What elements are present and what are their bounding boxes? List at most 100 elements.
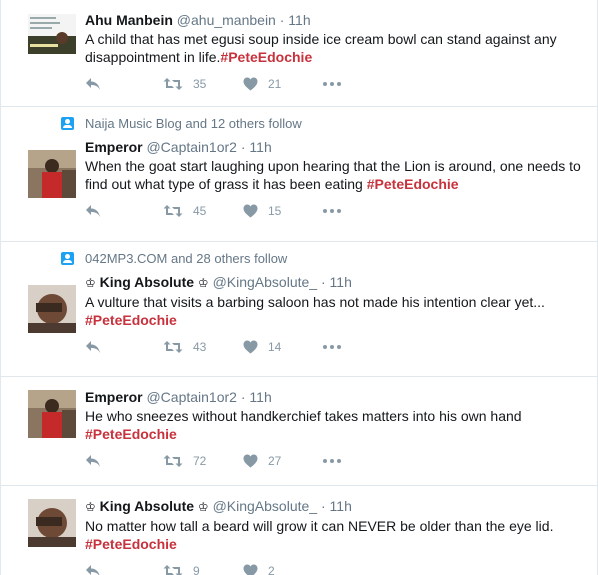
author-handle[interactable]: @KingAbsolute_ (213, 274, 318, 290)
tweet-body: No matter how tall a beard will grow it … (85, 518, 554, 534)
hashtag-link[interactable]: #PeteEdochie (85, 312, 177, 328)
author-name[interactable]: King Absolute (100, 498, 194, 514)
tweet-item[interactable]: Emperor @Captain1or2 · 11h He who sneeze… (1, 377, 597, 486)
hashtag-link[interactable]: #PeteEdochie (367, 176, 459, 192)
retweet-count: 72 (193, 454, 207, 468)
avatar-image (28, 499, 76, 547)
avatar[interactable] (28, 285, 76, 333)
tweet-actions: 43 14 (85, 337, 587, 357)
tweet-item[interactable]: ♔ King Absolute ♔ @KingAbsolute_ · 11h N… (1, 486, 597, 575)
heart-icon (243, 204, 258, 218)
avatar[interactable] (28, 499, 76, 547)
reply-button[interactable] (85, 77, 163, 91)
tweet-body: A child that has met egusi soup inside i… (85, 31, 557, 65)
like-count: 15 (268, 204, 282, 218)
tweet-item[interactable]: Naija Music Blog and 12 others follow Em… (1, 116, 597, 242)
retweet-icon (163, 205, 183, 217)
social-context[interactable]: 042MP3.COM and 28 others follow (61, 251, 587, 267)
tweet-time[interactable]: 11h (249, 139, 271, 155)
tweet-item[interactable]: Ahu Manbein @ahu_manbein · 11h A child t… (1, 0, 597, 107)
reply-button[interactable] (85, 204, 163, 218)
tweet-time[interactable]: 11h (288, 12, 310, 28)
more-dot-icon (330, 209, 334, 213)
tweet-actions: 45 15 (85, 201, 587, 221)
tweet-header: ♔ King Absolute ♔ @KingAbsolute_ · 11h (85, 486, 587, 516)
reply-button[interactable] (85, 340, 163, 354)
tweet-time[interactable]: 11h (330, 274, 352, 290)
crown-icon: ♔ (197, 276, 209, 290)
author-name[interactable]: Emperor (85, 139, 143, 155)
more-options-button[interactable] (323, 209, 341, 213)
retweet-icon (163, 565, 183, 575)
retweet-button[interactable]: 72 (163, 454, 243, 468)
crown-icon: ♔ (197, 500, 209, 514)
reply-icon (86, 455, 100, 467)
reply-button[interactable] (85, 564, 163, 575)
tweet-actions: 35 21 (85, 74, 587, 94)
retweet-count: 43 (193, 340, 207, 354)
like-button[interactable]: 27 (243, 454, 323, 468)
tweet-item[interactable]: 042MP3.COM and 28 others follow ♔ King A… (1, 251, 597, 377)
more-options-button[interactable] (323, 82, 341, 86)
tweet-text: He who sneezes without handkerchief take… (85, 407, 587, 443)
social-context-text: 042MP3.COM and 28 others follow (85, 251, 288, 266)
author-name[interactable]: Emperor (85, 389, 143, 405)
retweet-button[interactable]: 43 (163, 340, 243, 354)
tweet-text: A child that has met egusi soup inside i… (85, 30, 587, 66)
like-button[interactable]: 2 (243, 564, 323, 575)
avatar[interactable] (28, 150, 76, 198)
hashtag-link[interactable]: #PeteEdochie (85, 426, 177, 442)
social-context[interactable]: Naija Music Blog and 12 others follow (61, 116, 587, 132)
retweet-button[interactable]: 45 (163, 204, 243, 218)
like-count: 27 (268, 454, 282, 468)
reply-button[interactable] (85, 454, 163, 468)
tweet-time[interactable]: 11h (330, 498, 352, 514)
tweet-text: When the goat start laughing upon hearin… (85, 157, 587, 193)
tweet-header: Emperor @Captain1or2 · 11h (85, 132, 587, 156)
separator-dot: · (279, 12, 285, 28)
reply-icon (86, 78, 100, 90)
reply-icon (86, 341, 100, 353)
heart-icon (243, 77, 258, 91)
author-handle[interactable]: @KingAbsolute_ (213, 498, 318, 514)
retweet-count: 45 (193, 204, 207, 218)
more-options-button[interactable] (323, 459, 341, 463)
more-dot-icon (323, 209, 327, 213)
retweet-icon (163, 341, 183, 353)
separator-dot: · (320, 498, 326, 514)
author-handle[interactable]: @ahu_manbein (177, 12, 276, 28)
like-count: 2 (268, 564, 275, 575)
heart-icon (243, 564, 258, 575)
more-dot-icon (323, 345, 327, 349)
avatar[interactable] (28, 390, 76, 438)
hashtag-link[interactable]: #PeteEdochie (220, 49, 312, 65)
like-button[interactable]: 21 (243, 77, 323, 91)
author-handle[interactable]: @Captain1or2 (146, 389, 237, 405)
tweet-actions: 9 2 (85, 561, 587, 575)
more-dot-icon (337, 459, 341, 463)
tweet-text: No matter how tall a beard will grow it … (85, 517, 587, 553)
like-button[interactable]: 14 (243, 340, 323, 354)
crown-icon: ♔ (85, 500, 96, 514)
like-count: 14 (268, 340, 282, 354)
avatar[interactable] (28, 14, 76, 54)
retweet-button[interactable]: 35 (163, 77, 243, 91)
more-dot-icon (330, 345, 334, 349)
author-handle[interactable]: @Captain1or2 (146, 139, 237, 155)
tweet-body: When the goat start laughing upon hearin… (85, 158, 581, 192)
like-button[interactable]: 15 (243, 204, 323, 218)
like-count: 21 (268, 77, 282, 91)
avatar-image (28, 14, 76, 54)
retweet-button[interactable]: 9 (163, 564, 243, 575)
author-name[interactable]: King Absolute (100, 274, 194, 290)
author-name[interactable]: Ahu Manbein (85, 12, 173, 28)
crown-icon: ♔ (85, 276, 96, 290)
tweet-text: A vulture that visits a barbing saloon h… (85, 293, 587, 329)
follow-context-icon (61, 117, 74, 130)
tweet-time[interactable]: 11h (249, 389, 271, 405)
retweet-count: 9 (193, 564, 200, 575)
tweet-body: He who sneezes without handkerchief take… (85, 408, 522, 424)
tweet-header: Ahu Manbein @ahu_manbein · 11h (85, 0, 587, 29)
hashtag-link[interactable]: #PeteEdochie (85, 536, 177, 552)
more-options-button[interactable] (323, 345, 341, 349)
